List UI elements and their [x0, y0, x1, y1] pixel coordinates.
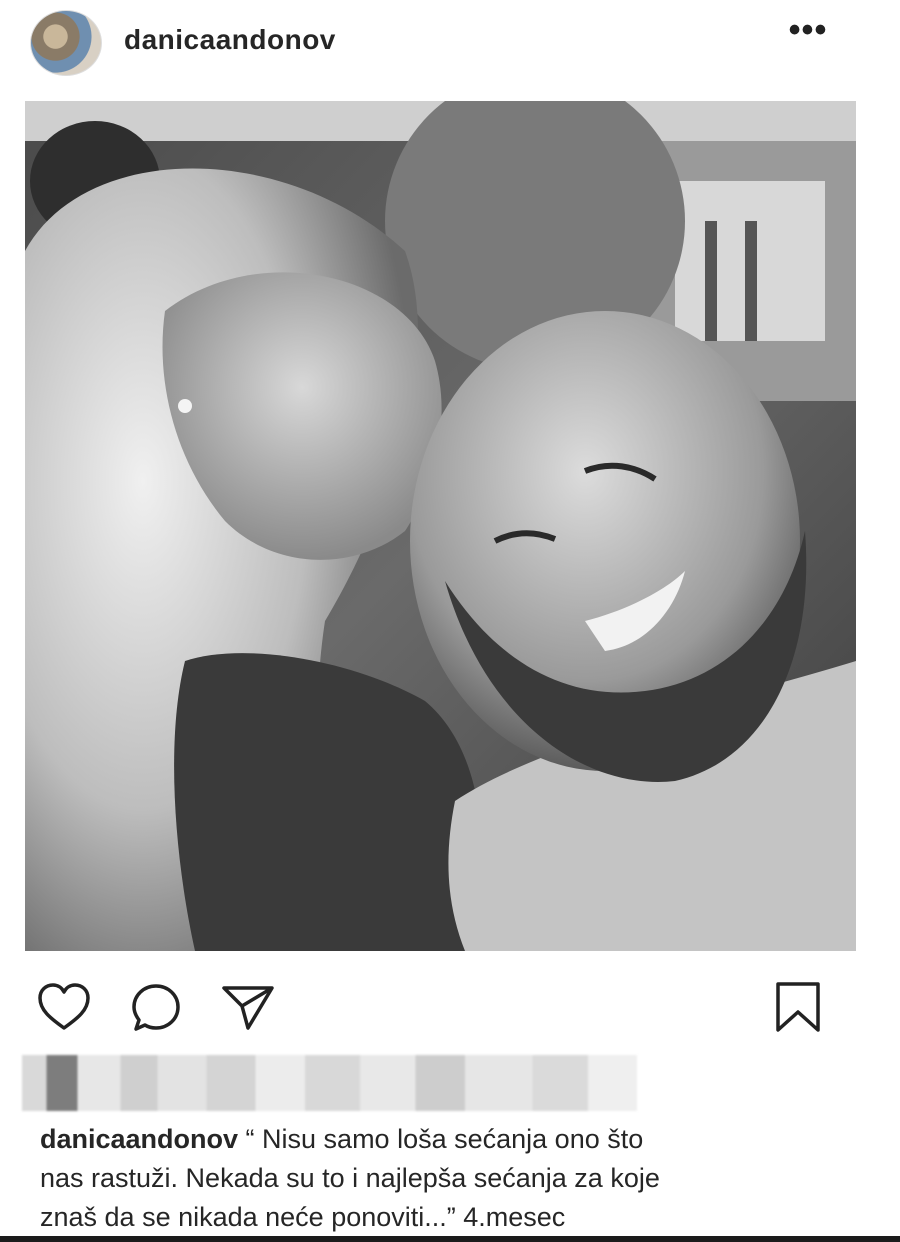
- send-icon[interactable]: [220, 980, 276, 1036]
- caption-text-3: znaš da se nikada neće ponoviti...” 4.me…: [40, 1202, 566, 1232]
- likes-count-blurred: [22, 1055, 637, 1111]
- photo-image: [25, 101, 856, 951]
- heart-icon[interactable]: [36, 980, 92, 1036]
- caption-username[interactable]: danicaandonov: [40, 1124, 238, 1154]
- post-caption: danicaandonov “ Nisu samo loša sećanja o…: [40, 1120, 830, 1237]
- post-header: danicaandonov •••: [0, 0, 900, 90]
- post-username[interactable]: danicaandonov: [124, 24, 336, 56]
- comment-icon[interactable]: [128, 980, 184, 1036]
- bookmark-icon[interactable]: [770, 980, 826, 1036]
- caption-text-2: nas rastuži. Nekada su to i najlepša seć…: [40, 1163, 660, 1193]
- more-options-button[interactable]: •••: [788, 13, 828, 54]
- caption-text-1: “ Nisu samo loša sećanja ono što: [245, 1124, 644, 1154]
- post-actions: [0, 960, 900, 1040]
- avatar[interactable]: [30, 10, 102, 76]
- bottom-edge: [0, 1236, 900, 1242]
- post-photo[interactable]: [25, 101, 856, 951]
- caption-line-1: danicaandonov “ Nisu samo loša sećanja o…: [40, 1120, 830, 1159]
